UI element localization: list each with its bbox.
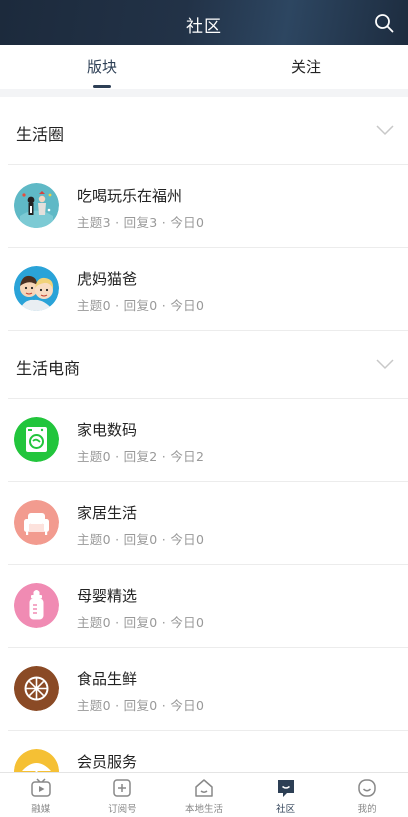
chevron-down-icon[interactable] xyxy=(376,358,394,370)
community-chat-icon xyxy=(277,780,294,797)
forum-item[interactable]: 家电数码 主题0 · 回复2 · 今日2 xyxy=(8,399,408,482)
baby-bottle-icon xyxy=(14,583,59,628)
tab-sections[interactable]: 版块 xyxy=(0,45,204,89)
forum-item[interactable]: 虎妈猫爸 主题0 · 回复0 · 今日0 xyxy=(8,248,408,331)
page-title: 社区 xyxy=(186,17,222,37)
chevron-down-icon[interactable] xyxy=(376,124,394,136)
section-header-life-ecommerce[interactable]: 生活电商 xyxy=(8,331,408,399)
forum-stats: 主题3 · 回复3 · 今日0 xyxy=(77,215,205,230)
nav-label: 本地生活 xyxy=(184,804,223,815)
forum-item[interactable]: 吃喝玩乐在福州 主题3 · 回复3 · 今日0 xyxy=(8,165,408,248)
forum-stats: 主题0 · 回复2 · 今日2 xyxy=(77,449,205,464)
tab-label: 关注 xyxy=(290,58,321,76)
tv-play-icon xyxy=(31,778,51,797)
nav-item-subscriptions[interactable]: 订阅号 xyxy=(82,773,164,817)
section-title: 生活圈 xyxy=(16,125,65,144)
active-tab-indicator xyxy=(93,85,111,88)
section-header-life-circle[interactable]: 生活圈 xyxy=(8,97,408,165)
forum-item[interactable]: 母婴精选 主题0 · 回复0 · 今日0 xyxy=(8,565,408,648)
bottom-nav: 融媒 订阅号 本地生活 社区 我的 xyxy=(0,772,408,817)
nav-item-community[interactable]: 社区 xyxy=(245,773,327,817)
nav-item-mine[interactable]: 我的 xyxy=(326,773,408,817)
add-subscription-icon xyxy=(113,779,132,797)
search-icon[interactable] xyxy=(374,13,394,33)
forum-item[interactable]: 家居生活 主题0 · 回复0 · 今日0 xyxy=(8,482,408,565)
forum-item[interactable]: 会员服务 xyxy=(8,731,408,772)
section-title: 生活电商 xyxy=(16,359,81,378)
forum-stats: 主题0 · 回复0 · 今日0 xyxy=(77,615,205,630)
nav-item-media[interactable]: 融媒 xyxy=(0,773,82,817)
smile-icon xyxy=(358,779,376,797)
forum-title: 吃喝玩乐在福州 xyxy=(77,187,183,205)
app-header: 社区 xyxy=(0,0,408,45)
sofa-icon xyxy=(14,500,59,545)
forum-title: 虎妈猫爸 xyxy=(77,270,138,288)
nav-label: 订阅号 xyxy=(108,804,137,815)
nav-label: 社区 xyxy=(276,804,296,815)
forum-title: 会员服务 xyxy=(77,753,138,771)
tab-following[interactable]: 关注 xyxy=(204,45,408,89)
tab-label: 版块 xyxy=(86,58,117,76)
orange-slice-icon xyxy=(14,666,59,711)
tab-bar: 版块 关注 xyxy=(0,45,408,89)
forum-stats: 主题0 · 回复0 · 今日0 xyxy=(77,532,205,547)
forum-item[interactable]: 食品生鲜 主题0 · 回复0 · 今日0 xyxy=(8,648,408,731)
forum-title: 家电数码 xyxy=(77,421,138,439)
umbrella-icon xyxy=(14,749,59,772)
forum-stats: 主题0 · 回复0 · 今日0 xyxy=(77,698,205,713)
home-icon xyxy=(195,779,213,797)
illustration-icon xyxy=(14,183,59,228)
nav-label: 融媒 xyxy=(31,804,51,815)
forum-stats: 主题0 · 回复0 · 今日0 xyxy=(77,298,205,313)
forum-title: 食品生鲜 xyxy=(77,670,138,688)
forum-title: 家居生活 xyxy=(77,504,138,522)
nav-item-local-life[interactable]: 本地生活 xyxy=(163,773,245,817)
forum-list: 生活圈 吃喝玩乐在福州 主题3 · 回复3 · 今日0 虎妈猫爸 主题0 · 回… xyxy=(0,97,408,772)
parents-avatar-icon xyxy=(14,266,59,311)
nav-label: 我的 xyxy=(357,804,377,815)
washing-machine-icon xyxy=(14,417,59,462)
forum-title: 母婴精选 xyxy=(77,587,138,605)
